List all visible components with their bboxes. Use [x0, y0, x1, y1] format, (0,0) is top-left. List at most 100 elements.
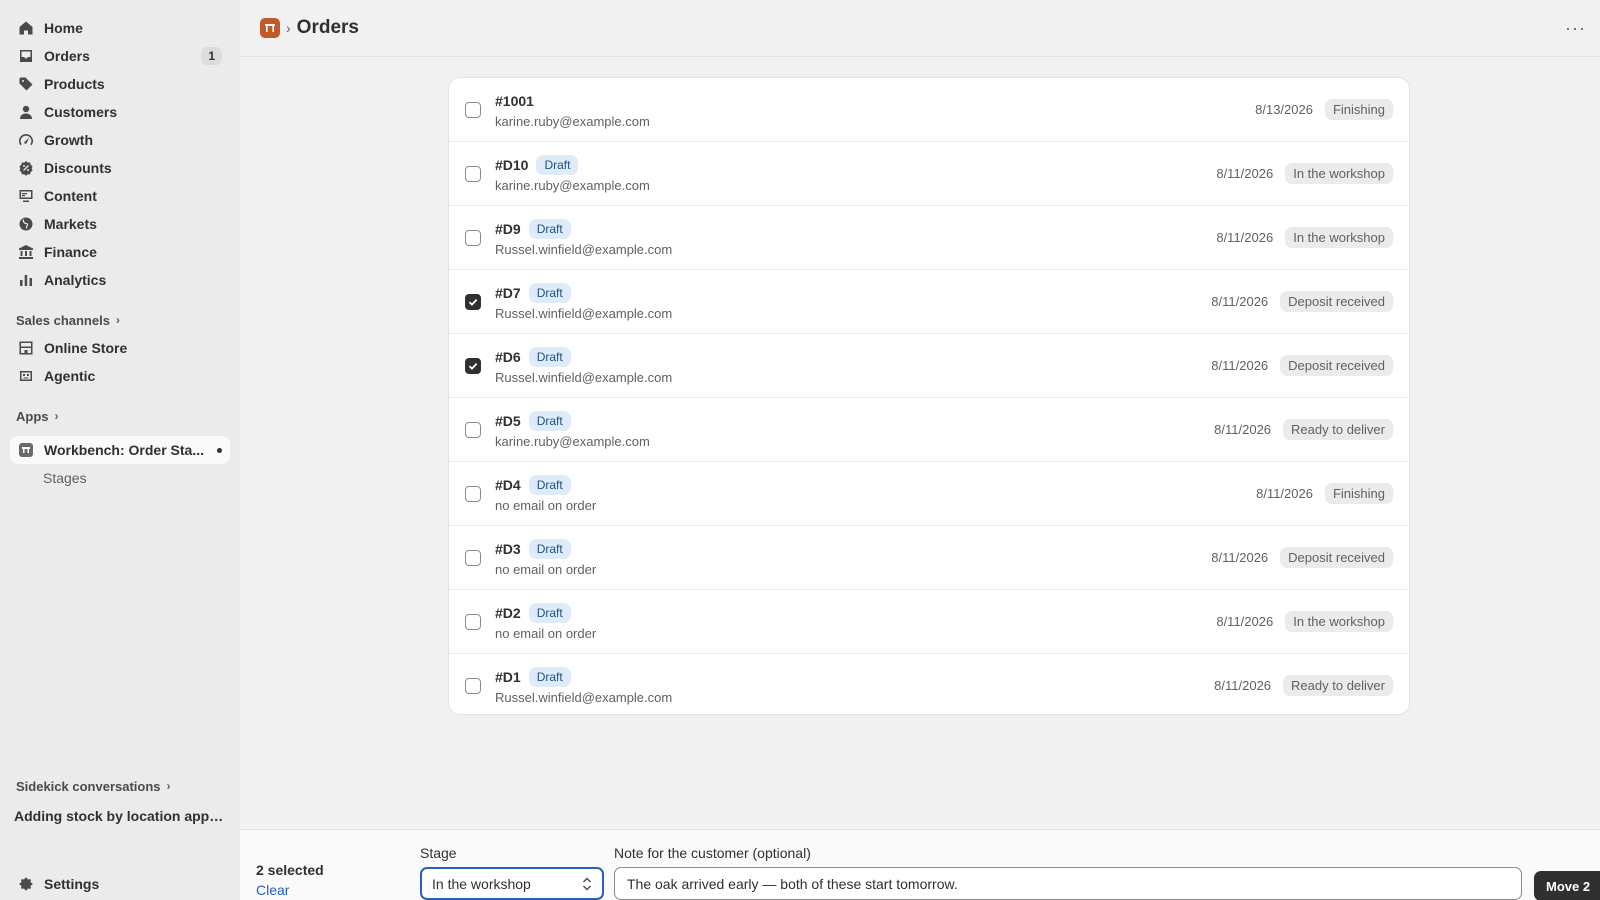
sidebar-item-orders[interactable]: Orders 1	[10, 42, 230, 70]
order-info: #D1 Draft Russel.winfield@example.com	[495, 667, 672, 705]
apps-heading[interactable]: Apps ›	[16, 406, 230, 426]
gear-icon	[18, 876, 34, 892]
order-row[interactable]: #1001 karine.ruby@example.com 8/13/2026 Fin…	[449, 78, 1409, 142]
stage-badge: Deposit received	[1280, 355, 1393, 376]
sidebar-item-label: Products	[44, 76, 105, 92]
sidebar-nav: Home Orders 1 Products Customers Growth Discou…	[0, 14, 240, 294]
stage-select[interactable]: In the workshop	[420, 867, 604, 900]
row-checkbox[interactable]	[465, 614, 481, 630]
order-date: 8/11/2026	[1214, 422, 1272, 437]
draft-badge: Draft	[528, 539, 571, 559]
row-checkbox[interactable]	[465, 102, 481, 118]
order-email: karine.ruby@example.com	[495, 114, 650, 129]
row-checkbox[interactable]	[465, 294, 481, 310]
sidebar-item-label: Orders	[44, 48, 90, 64]
order-row[interactable]: #D7 Draft Russel.winfield@example.com 8/11/…	[449, 270, 1409, 334]
sidebar-item-customers[interactable]: Customers	[10, 98, 230, 126]
order-info: #D6 Draft Russel.winfield@example.com	[495, 347, 672, 385]
row-checkbox[interactable]	[465, 230, 481, 246]
order-row[interactable]: #D6 Draft Russel.winfield@example.com 8/11/…	[449, 334, 1409, 398]
stage-badge: Ready to deliver	[1283, 419, 1393, 440]
order-number[interactable]: #D9	[495, 221, 521, 237]
stage-label: Stage	[420, 845, 457, 861]
order-number[interactable]: #D1	[495, 669, 521, 685]
sales-channels-heading[interactable]: Sales channels ›	[16, 310, 230, 330]
move-orders-button[interactable]: Move 2	[1534, 871, 1600, 900]
sidebar-item-label: Online Store	[44, 340, 128, 356]
home-icon	[18, 20, 34, 36]
order-info: #D5 Draft karine.ruby@example.com	[495, 411, 650, 449]
order-number[interactable]: #D2	[495, 605, 521, 621]
sidebar-item-growth[interactable]: Growth	[10, 126, 230, 154]
sidebar-item-settings[interactable]: Settings	[10, 870, 230, 898]
draft-badge: Draft	[528, 283, 571, 303]
order-email: no email on order	[495, 498, 597, 513]
content-icon	[18, 188, 34, 204]
order-number[interactable]: #D5	[495, 413, 521, 429]
order-date: 8/11/2026	[1216, 230, 1274, 245]
draft-badge: Draft	[528, 667, 571, 687]
sidebar-item-label: Analytics	[44, 272, 107, 288]
sidebar-item-label: Home	[44, 20, 83, 36]
sidekick-conversation-item[interactable]: Adding stock by location app b...	[14, 808, 224, 824]
gauge-icon	[18, 132, 34, 148]
row-checkbox[interactable]	[465, 678, 481, 694]
sidebar-item-label: Customers	[44, 104, 118, 120]
row-checkbox[interactable]	[465, 422, 481, 438]
sidebar-subitem-stages[interactable]: Stages	[10, 464, 230, 492]
order-info: #D4 Draft no email on order	[495, 475, 596, 513]
order-info: #D10 Draft karine.ruby@example.com	[495, 155, 650, 193]
order-row[interactable]: #D5 Draft karine.ruby@example.com 8/11/2026…	[449, 398, 1409, 462]
more-actions-icon[interactable]: ···	[1565, 18, 1586, 38]
order-number[interactable]: #D6	[495, 349, 521, 365]
order-row[interactable]: #D9 Draft Russel.winfield@example.com 8/11/…	[449, 206, 1409, 270]
robot-icon	[18, 368, 34, 384]
customer-note-input[interactable]: The oak arrived early — both of these st…	[614, 867, 1522, 900]
order-date: 8/11/2026	[1211, 358, 1269, 373]
sidebar-item-label: Workbench: Order Sta...	[44, 442, 204, 458]
order-email: no email on order	[495, 562, 597, 577]
order-row[interactable]: #D3 Draft no email on order 8/11/2026 Deposi…	[449, 526, 1409, 590]
sidebar-item-agentic[interactable]: Agentic	[10, 362, 230, 390]
order-email: Russel.winfield@example.com	[495, 242, 673, 257]
order-row[interactable]: #D10 Draft karine.ruby@example.com 8/11/202…	[449, 142, 1409, 206]
order-number[interactable]: #D3	[495, 541, 521, 557]
draft-badge: Draft	[528, 411, 571, 431]
sidebar-item-analytics[interactable]: Analytics	[10, 266, 230, 294]
order-row[interactable]: #D2 Draft no email on order 8/11/2026 In the…	[449, 590, 1409, 654]
order-info: #D9 Draft Russel.winfield@example.com	[495, 219, 672, 257]
sidebar-item-online-store[interactable]: Online Store	[10, 334, 230, 362]
inbox-icon	[18, 48, 34, 64]
clear-selection-link[interactable]: Clear	[256, 882, 289, 898]
stage-select-value: In the workshop	[432, 875, 531, 892]
sidekick-conversations-label: Sidekick conversations	[16, 778, 161, 794]
sidebar-item-content[interactable]: Content	[10, 182, 230, 210]
sidekick-conversations-heading[interactable]: Sidekick conversations ›	[16, 776, 171, 796]
sidebar-item-products[interactable]: Products	[10, 70, 230, 98]
order-row[interactable]: #D4 Draft no email on order 8/11/2026 Finish…	[449, 462, 1409, 526]
stage-badge: Deposit received	[1280, 547, 1393, 568]
row-checkbox[interactable]	[465, 486, 481, 502]
select-chevrons-icon	[583, 877, 591, 891]
note-label: Note for the customer (optional)	[614, 845, 811, 861]
breadcrumb-chevron-icon: ›	[286, 20, 291, 36]
row-checkbox[interactable]	[465, 550, 481, 566]
sidebar-item-finance[interactable]: Finance	[10, 238, 230, 266]
order-date: 8/11/2026	[1256, 486, 1313, 501]
workbench-app-logo-icon[interactable]	[260, 18, 280, 38]
sidebar-item-workbench-app[interactable]: Workbench: Order Sta...	[10, 436, 230, 464]
order-row[interactable]: #D1 Draft Russel.winfield@example.com 8/11/…	[449, 654, 1409, 714]
sidebar-item-home[interactable]: Home	[10, 14, 230, 42]
order-number[interactable]: #D10	[495, 157, 528, 173]
draft-badge: Draft	[528, 219, 571, 239]
apps-label: Apps	[16, 408, 49, 424]
draft-badge: Draft	[536, 155, 579, 175]
order-number[interactable]: #1001	[495, 93, 534, 109]
sidebar-item-discounts[interactable]: Discounts	[10, 154, 230, 182]
order-number[interactable]: #D4	[495, 477, 521, 493]
row-checkbox[interactable]	[465, 358, 481, 374]
sidebar-item-label: Markets	[44, 216, 97, 232]
sidebar-item-markets[interactable]: Markets	[10, 210, 230, 238]
order-number[interactable]: #D7	[495, 285, 521, 301]
row-checkbox[interactable]	[465, 166, 481, 182]
